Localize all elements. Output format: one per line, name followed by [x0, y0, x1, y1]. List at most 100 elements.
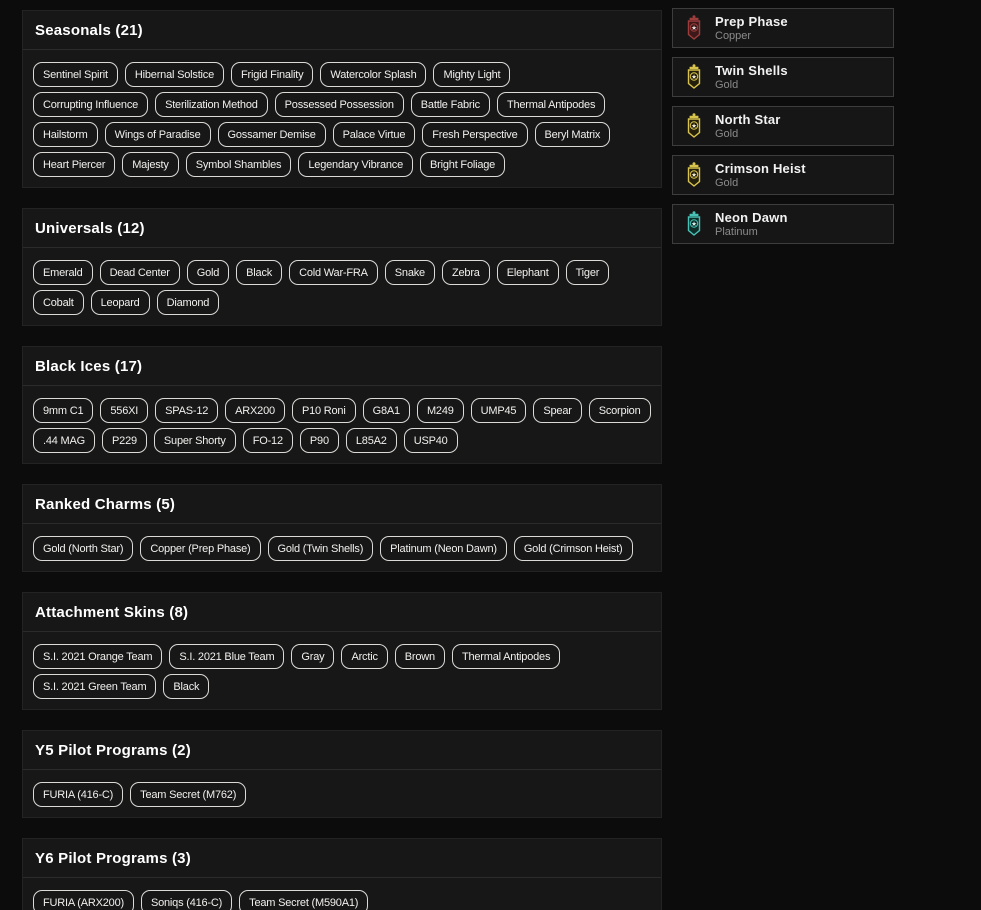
filter-chip[interactable]: Thermal Antipodes [497, 92, 605, 117]
filter-chip[interactable]: Copper (Prep Phase) [140, 536, 260, 561]
filter-chip[interactable]: Symbol Shambles [186, 152, 292, 177]
section-title: Y6 Pilot Programs (3) [35, 850, 191, 867]
filter-chip[interactable]: S.I. 2021 Green Team [33, 674, 156, 699]
filter-chip[interactable]: Emerald [33, 260, 93, 285]
filter-chip[interactable]: S.I. 2021 Orange Team [33, 644, 162, 669]
filter-chip[interactable]: Team Secret (M762) [130, 782, 246, 807]
filter-chip[interactable]: Team Secret (M590A1) [239, 890, 368, 910]
filter-chip[interactable]: Sterilization Method [155, 92, 268, 117]
filter-chip[interactable]: Majesty [122, 152, 179, 177]
filter-chip[interactable]: Arctic [341, 644, 387, 669]
filter-chip[interactable]: Black [163, 674, 209, 699]
filter-chip[interactable]: Legendary Vibrance [298, 152, 413, 177]
filter-chip[interactable]: Scorpion [589, 398, 651, 423]
section-title: Attachment Skins (8) [35, 604, 188, 621]
filter-chip[interactable]: Gold (Twin Shells) [268, 536, 374, 561]
filter-chip[interactable]: Heart Piercer [33, 152, 115, 177]
filter-chip[interactable]: Gold [187, 260, 229, 285]
charm-banner-icon: ★ [684, 211, 704, 237]
category-section: Universals (12) Emerald Dead Center Gold Bl… [22, 208, 662, 326]
filter-chip[interactable]: Battle Fabric [411, 92, 490, 117]
chip-row: 9mm C1 556XI SPAS-12 ARX200 P10 Roni G8A1 M249… [33, 398, 651, 423]
filter-chip[interactable]: Palace Virtue [333, 122, 416, 147]
season-charm-card[interactable]: ★ Twin Shells Gold [672, 57, 894, 97]
filter-chip[interactable]: FURIA (416-C) [33, 782, 123, 807]
filter-chip[interactable]: 556XI [100, 398, 148, 423]
svg-text:★: ★ [691, 24, 697, 32]
filter-chip[interactable]: Mighty Light [433, 62, 510, 87]
filter-chip[interactable]: FURIA (ARX200) [33, 890, 134, 910]
filter-chip[interactable]: Wings of Paradise [105, 122, 211, 147]
section-chip-list: Emerald Dead Center Gold Black Cold War-FRA S… [23, 248, 661, 325]
filter-chip[interactable]: Brown [395, 644, 445, 669]
filter-chip[interactable]: Gold (Crimson Heist) [514, 536, 633, 561]
chip-row: Hailstorm Wings of Paradise Gossamer Demis… [33, 122, 651, 147]
section-chip-list: FURIA (ARX200) Soniqs (416-C) Team Secret … [23, 878, 661, 910]
filter-chip[interactable]: SPAS-12 [155, 398, 218, 423]
filter-chip[interactable]: Elephant [497, 260, 559, 285]
filter-chip[interactable]: Hibernal Solstice [125, 62, 224, 87]
filter-chip[interactable]: Cobalt [33, 290, 84, 315]
filter-chip[interactable]: Sentinel Spirit [33, 62, 118, 87]
chip-row: S.I. 2021 Orange Team S.I. 2021 Blue Team… [33, 644, 651, 669]
filter-chip[interactable]: S.I. 2021 Blue Team [169, 644, 284, 669]
charm-banner-icon: ★ [684, 162, 704, 188]
filter-chip[interactable]: Diamond [157, 290, 220, 315]
filter-chip[interactable]: .44 MAG [33, 428, 95, 453]
filter-chip[interactable]: Tiger [566, 260, 610, 285]
category-section: Seasonals (21) Sentinel SpiritHibernal S… [22, 10, 662, 188]
filter-chip[interactable]: P229 [102, 428, 147, 453]
chip-row: Cobalt Leopard Diamond [33, 290, 651, 315]
season-charm-card[interactable]: ★ Neon Dawn Platinum [672, 204, 894, 244]
filter-chip[interactable]: Fresh Perspective [422, 122, 527, 147]
season-charm-card[interactable]: ★ North Star Gold [672, 106, 894, 146]
filter-chip[interactable]: P10 Roni [292, 398, 356, 423]
section-title: Y5 Pilot Programs (2) [35, 742, 191, 759]
section-header: Y5 Pilot Programs (2) [23, 731, 661, 770]
filter-chip[interactable]: Soniqs (416-C) [141, 890, 232, 910]
category-section: Ranked Charms (5) Gold (North Star)Coppe… [22, 484, 662, 572]
charm-tier-label: Gold [715, 128, 781, 141]
svg-text:★: ★ [691, 171, 697, 179]
section-chip-list: S.I. 2021 Orange Team S.I. 2021 Blue Team… [23, 632, 661, 709]
filter-chip[interactable]: Gold (North Star) [33, 536, 133, 561]
filter-chip[interactable]: Cold War-FRA [289, 260, 378, 285]
filter-chip[interactable]: P90 [300, 428, 339, 453]
filter-chip[interactable]: USP40 [404, 428, 458, 453]
filter-chip[interactable]: Gossamer Demise [218, 122, 326, 147]
season-charm-card[interactable]: ★ Crimson Heist Gold [672, 155, 894, 195]
section-title: Universals (12) [35, 220, 145, 237]
filter-chip[interactable]: Super Shorty [154, 428, 236, 453]
filter-chip[interactable]: G8A1 [363, 398, 410, 423]
filter-chip[interactable]: Gray [291, 644, 334, 669]
filter-chip[interactable]: Spear [533, 398, 581, 423]
filter-chip[interactable]: UMP45 [471, 398, 527, 423]
filter-chip[interactable]: Hailstorm [33, 122, 98, 147]
filter-chip[interactable]: Leopard [91, 290, 150, 315]
category-section: Black Ices (17) 9mm C1 556XI SPAS-12 ARX200… [22, 346, 662, 464]
filter-chip[interactable]: Corrupting Influence [33, 92, 148, 117]
filter-chip[interactable]: Frigid Finality [231, 62, 313, 87]
filter-chip[interactable]: Black [236, 260, 282, 285]
filter-chip[interactable]: L85A2 [346, 428, 397, 453]
filter-chip[interactable]: 9mm C1 [33, 398, 93, 423]
section-chip-list: FURIA (416-C) Team Secret (M762) [23, 770, 661, 817]
filter-chip[interactable]: Platinum (Neon Dawn) [380, 536, 507, 561]
charm-card-text: Prep Phase Copper [715, 14, 788, 43]
filter-chip[interactable]: Bright Foliage [420, 152, 505, 177]
filter-chip[interactable]: Beryl Matrix [535, 122, 611, 147]
filter-chip[interactable]: Dead Center [100, 260, 180, 285]
filter-chip[interactable]: Snake [385, 260, 435, 285]
section-header: Black Ices (17) [23, 347, 661, 386]
filter-chip[interactable]: Zebra [442, 260, 490, 285]
filter-chip[interactable]: Thermal Antipodes [452, 644, 560, 669]
season-charm-card[interactable]: ★ Prep Phase Copper [672, 8, 894, 48]
charm-banner-icon: ★ [684, 15, 704, 41]
filter-chip[interactable]: ARX200 [225, 398, 285, 423]
chip-row: Gold (North Star) Copper (Prep Phase) Gold… [33, 536, 651, 561]
filter-chip[interactable]: Watercolor Splash [320, 62, 426, 87]
charm-season-name: Crimson Heist [715, 161, 806, 176]
filter-chip[interactable]: Possessed Possession [275, 92, 404, 117]
filter-chip[interactable]: FO-12 [243, 428, 293, 453]
filter-chip[interactable]: M249 [417, 398, 464, 423]
